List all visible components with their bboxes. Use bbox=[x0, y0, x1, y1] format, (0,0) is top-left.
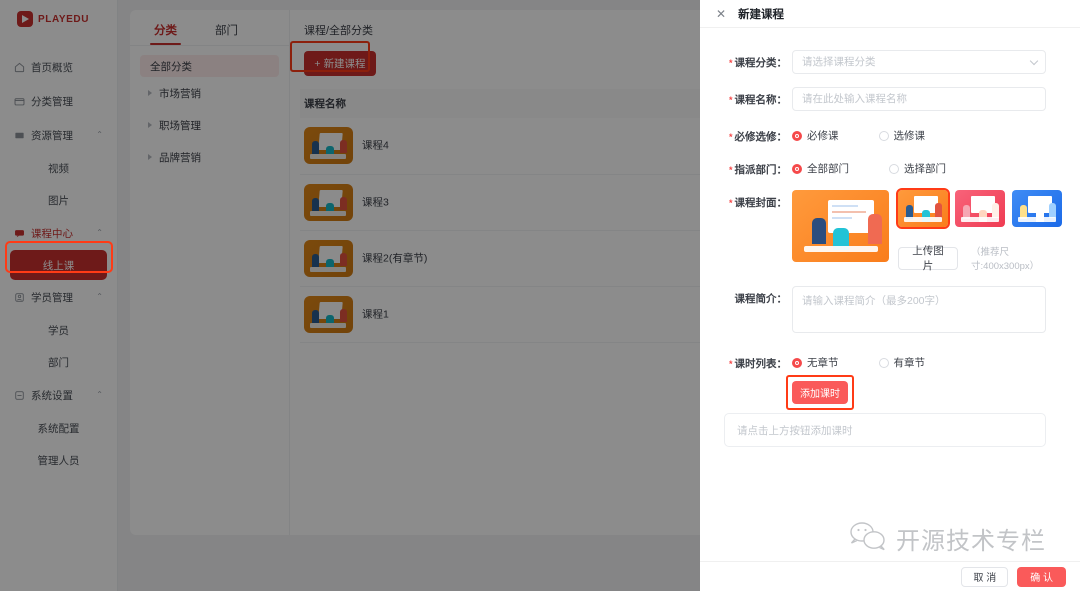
input-wrapper bbox=[792, 87, 1046, 111]
label-text: 课程封面： bbox=[735, 197, 788, 209]
required-marker: * bbox=[729, 165, 733, 175]
field-course-intro: 课程简介： bbox=[724, 286, 1046, 338]
radio-label: 有章节 bbox=[894, 355, 926, 370]
label-text: 课时列表： bbox=[735, 358, 788, 370]
textarea-wrapper bbox=[792, 286, 1046, 338]
field-course-category: *课程分类： bbox=[724, 50, 1046, 74]
course-category-select[interactable] bbox=[792, 50, 1046, 74]
radio-dot-icon bbox=[889, 164, 899, 174]
field-course-name: *课程名称： bbox=[724, 87, 1046, 111]
select-wrapper bbox=[792, 50, 1046, 74]
field-label: *课程分类： bbox=[724, 50, 792, 70]
radio-select-department[interactable]: 选择部门 bbox=[889, 161, 946, 176]
required-marker: * bbox=[729, 359, 733, 369]
drawer-header: ✕ 新建课程 bbox=[700, 0, 1080, 28]
cover-options: 上传图片 （推荐尺寸:400x300px） bbox=[898, 190, 1062, 272]
label-text: 课程名称： bbox=[735, 94, 788, 106]
radio-required-course[interactable]: 必修课 bbox=[792, 128, 839, 143]
add-lesson-wrapper: 添加课时 bbox=[792, 381, 848, 404]
cover-preview bbox=[792, 190, 889, 262]
close-icon[interactable]: ✕ bbox=[716, 8, 726, 20]
cover-thumbnail-blue[interactable] bbox=[1012, 190, 1062, 227]
radio-label: 必修课 bbox=[807, 128, 839, 143]
drawer-body: *课程分类： *课程名称： *必修选修： 必修课 bbox=[700, 28, 1080, 561]
field-label: *课时列表： bbox=[724, 351, 792, 371]
radio-label: 全部部门 bbox=[807, 161, 849, 176]
radio-dot-icon bbox=[879, 358, 889, 368]
radio-label: 选修课 bbox=[894, 128, 926, 143]
cover-size-hint: （推荐尺寸:400x300px） bbox=[971, 244, 1062, 272]
label-text: 必修选修： bbox=[735, 131, 788, 143]
radio-group-lesson-list: 无章节 有章节 bbox=[792, 351, 1046, 370]
radio-elective-course[interactable]: 选修课 bbox=[879, 128, 926, 143]
label-text: 课程简介： bbox=[735, 293, 788, 305]
radio-all-departments[interactable]: 全部部门 bbox=[792, 161, 849, 176]
radio-dot-icon bbox=[792, 164, 802, 174]
cover-thumbnail-orange[interactable] bbox=[898, 190, 948, 227]
add-lesson-button[interactable]: 添加课时 bbox=[792, 381, 848, 404]
required-marker: * bbox=[729, 132, 733, 142]
field-lesson-list: *课时列表： 无章节 有章节 bbox=[724, 351, 1046, 371]
course-name-input[interactable] bbox=[792, 87, 1046, 111]
drawer-title: 新建课程 bbox=[738, 6, 784, 22]
radio-has-chapter[interactable]: 有章节 bbox=[879, 355, 926, 370]
radio-group-assign-dept: 全部部门 选择部门 bbox=[792, 157, 1046, 176]
radio-dot-icon bbox=[879, 131, 889, 141]
upload-row: 上传图片 （推荐尺寸:400x300px） bbox=[898, 244, 1062, 272]
radio-group-required-type: 必修课 选修课 bbox=[792, 124, 1046, 143]
radio-dot-icon bbox=[792, 131, 802, 141]
label-text: 课程分类： bbox=[735, 57, 788, 69]
required-marker: * bbox=[729, 198, 733, 208]
radio-label: 选择部门 bbox=[904, 161, 946, 176]
new-course-drawer: ✕ 新建课程 *课程分类： *课程名称： *必修选修： bbox=[700, 0, 1080, 591]
radio-no-chapter[interactable]: 无章节 bbox=[792, 355, 839, 370]
field-label: *课程封面： bbox=[724, 190, 792, 210]
confirm-button[interactable]: 确 认 bbox=[1017, 567, 1066, 587]
cancel-button[interactable]: 取 消 bbox=[961, 567, 1008, 587]
radio-label: 无章节 bbox=[807, 355, 839, 370]
course-intro-textarea[interactable] bbox=[792, 286, 1046, 333]
field-label: *必修选修： bbox=[724, 124, 792, 144]
app-root: PLAYEDU 首页概览 分类管理 bbox=[0, 0, 1080, 591]
label-text: 指派部门： bbox=[735, 164, 788, 176]
field-label: 课程简介： bbox=[724, 286, 792, 306]
field-required-type: *必修选修： 必修课 选修课 bbox=[724, 124, 1046, 144]
cover-area: 上传图片 （推荐尺寸:400x300px） bbox=[792, 190, 1062, 272]
lesson-empty-placeholder: 请点击上方按钮添加课时 bbox=[724, 413, 1046, 447]
upload-image-button[interactable]: 上传图片 bbox=[898, 247, 958, 270]
field-label: *课程名称： bbox=[724, 87, 792, 107]
radio-dot-icon bbox=[792, 358, 802, 368]
required-marker: * bbox=[729, 58, 733, 68]
field-label: *指派部门： bbox=[724, 157, 792, 177]
field-course-cover: *课程封面： 上传图片 （推荐尺寸:40 bbox=[724, 190, 1046, 272]
cover-thumbnail-list bbox=[898, 190, 1062, 227]
field-assign-department: *指派部门： 全部部门 选择部门 bbox=[724, 157, 1046, 177]
cover-thumbnail-red[interactable] bbox=[955, 190, 1005, 227]
required-marker: * bbox=[729, 95, 733, 105]
drawer-footer: 取 消 确 认 bbox=[700, 561, 1080, 591]
